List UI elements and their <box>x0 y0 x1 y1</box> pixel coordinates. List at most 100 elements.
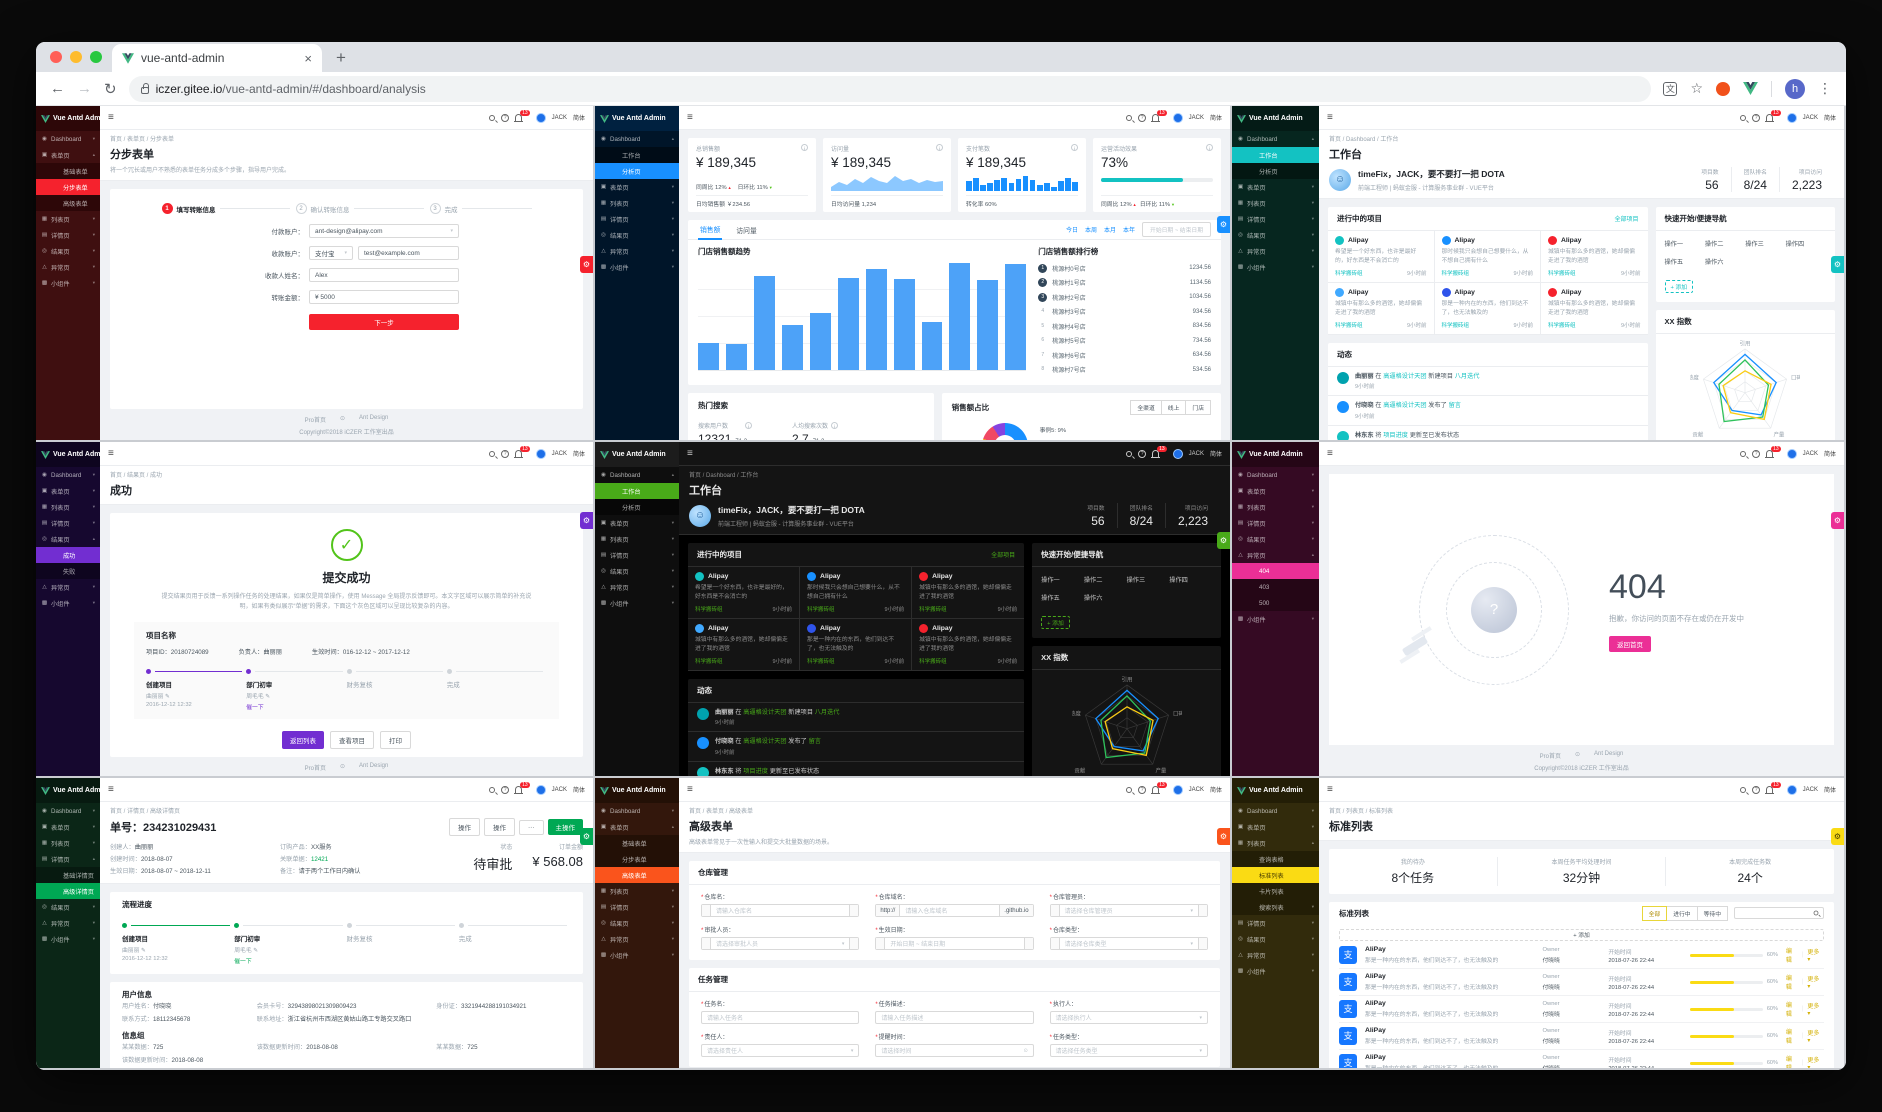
project-card[interactable]: Alipay 希望是一个好东西，也许是最好的，好东西是不会消亡的 科学搬砖组 9小… <box>1328 231 1435 283</box>
sidebar-item[interactable]: 工作台 <box>1232 147 1319 163</box>
user-avatar[interactable] <box>1172 784 1183 795</box>
payer-account-select[interactable]: ant-design@alipay.com ▾ <box>309 224 459 238</box>
app-logo[interactable]: Vue Antd Admin <box>1232 106 1319 131</box>
all-projects-link[interactable]: 全部项目 <box>991 550 1015 559</box>
sidebar-item[interactable]: 工作台 <box>595 483 679 499</box>
more-actions-button[interactable]: ··· <box>519 819 544 835</box>
sidebar-item[interactable]: ▦ 列表页 ▾ <box>595 531 679 547</box>
sidebar-item[interactable]: ◎ 结果页 ▾ <box>36 243 100 259</box>
user-avatar[interactable] <box>535 112 546 123</box>
search-icon[interactable] <box>1126 786 1133 793</box>
payee-account-input[interactable]: test@example.com <box>358 246 459 260</box>
sidebar-item[interactable]: ◉ Dashboard ▾ <box>36 803 100 819</box>
sidebar-item[interactable]: ▩ 小组件 ▾ <box>595 947 679 963</box>
footer-link[interactable]: Pro首页 <box>305 763 326 772</box>
translate-icon[interactable]: 文 <box>1663 81 1678 96</box>
sidebar-item[interactable]: △ 异常页 ▴ <box>1232 547 1319 563</box>
user-avatar[interactable] <box>1172 112 1183 123</box>
info-icon[interactable]: i <box>801 144 808 151</box>
add-op-button[interactable]: + 添加 <box>1664 280 1694 293</box>
browser-tab[interactable]: vue-antd-admin × <box>112 44 322 72</box>
sidebar-item[interactable]: ◉ Dashboard ▾ <box>1232 467 1319 483</box>
sidebar-item[interactable]: ▤ 详情页 ▾ <box>1232 915 1319 931</box>
quick-op-link[interactable]: 操作五 <box>1041 593 1084 602</box>
user-avatar[interactable] <box>1786 112 1797 123</box>
sidebar-item[interactable]: ▤ 详情页 ▾ <box>595 211 679 227</box>
breadcrumb[interactable]: 首页 / 表单页 / 高级表单 <box>689 806 1220 815</box>
payee-name-input[interactable]: Alex <box>309 268 459 282</box>
filter-button[interactable]: 进行中 <box>1666 905 1698 921</box>
collapse-menu-icon[interactable]: ≡ <box>687 784 693 795</box>
group-link[interactable]: 科学搬砖组 <box>1548 321 1576 329</box>
filter-button[interactable]: 全部 <box>1641 905 1668 921</box>
sidebar-item[interactable]: ▦ 列表页 ▾ <box>36 835 100 851</box>
sidebar-item[interactable]: ▣ 表单页 ▾ <box>595 179 679 195</box>
feed-object-link[interactable]: 八月迭代 <box>1455 373 1480 380</box>
sidebar-item[interactable]: ▣ 表单页 ▾ <box>1232 483 1319 499</box>
sidebar-item[interactable]: 高级表单 <box>36 195 100 211</box>
field-input[interactable]: http://请输入仓库域名 .github.io <box>875 904 1034 917</box>
sidebar-item[interactable]: ◉ Dashboard ▴ <box>595 467 679 483</box>
sidebar-item[interactable]: 500 <box>1232 595 1319 611</box>
item-title-link[interactable]: AliPay <box>1365 1054 1535 1061</box>
edit-link[interactable]: 编辑 <box>1786 1000 1798 1018</box>
app-logo[interactable]: Vue Antd Admin <box>595 442 679 467</box>
bell-icon[interactable] <box>1151 114 1161 122</box>
bell-icon[interactable] <box>514 114 524 122</box>
feed-object-link[interactable]: 留言 <box>809 738 821 745</box>
group-link[interactable]: 科学搬砖组 <box>807 605 835 613</box>
back-home-button[interactable]: 返回首页 <box>1609 635 1651 652</box>
group-link[interactable]: 科学搬砖组 <box>919 657 947 665</box>
theme-settings-button[interactable]: ⚙ <box>580 256 593 273</box>
url-bar[interactable]: iczer.gitee.io/vue-antd-admin/#/dashboar… <box>128 75 1652 102</box>
feed-object-link[interactable]: 留言 <box>1449 402 1461 409</box>
search-icon[interactable] <box>1740 786 1747 793</box>
search-icon[interactable] <box>489 786 496 793</box>
language-selector[interactable]: 简体 <box>1824 785 1836 794</box>
footer-link[interactable]: Pro首页 <box>305 415 326 424</box>
sidebar-item[interactable]: 基础表单 <box>36 163 100 179</box>
sidebar-item[interactable]: 404 <box>1232 563 1319 579</box>
collapse-menu-icon[interactable]: ≡ <box>1327 448 1333 459</box>
help-icon[interactable]: ? <box>501 785 510 794</box>
sidebar-item[interactable]: 标准列表 <box>1232 867 1319 883</box>
sidebar-item[interactable]: ▣ 表单页 ▴ <box>595 819 679 835</box>
sidebar-item[interactable]: ▦ 列表页 ▾ <box>1232 499 1319 515</box>
print-button[interactable]: 打印 <box>380 731 411 750</box>
footer-link[interactable]: Ant Design <box>359 415 388 424</box>
sidebar-item[interactable]: ▩ 小组件 ▾ <box>1232 259 1319 275</box>
sidebar-item[interactable]: 搜索列表 ▾ <box>1232 899 1319 915</box>
breadcrumb[interactable]: 首页 / Dashboard / 工作台 <box>689 470 1220 479</box>
sidebar-item[interactable]: ▩ 小组件 ▾ <box>595 259 679 275</box>
group-link[interactable]: 科学搬砖组 <box>1335 321 1363 329</box>
breadcrumb[interactable]: 首页 / 结果页 / 成功 <box>110 470 583 479</box>
sidebar-item[interactable]: ◎ 结果页 ▾ <box>1232 531 1319 547</box>
range-today[interactable]: 今日 <box>1066 225 1078 234</box>
sidebar-item[interactable]: 基础表单 <box>595 835 679 851</box>
seg-store[interactable]: 门店 <box>1185 400 1211 415</box>
help-icon[interactable]: ? <box>1752 785 1761 794</box>
theme-settings-button[interactable]: ⚙ <box>1831 256 1844 273</box>
item-title-link[interactable]: AliPay <box>1365 1027 1535 1034</box>
seg-all[interactable]: 全渠道 <box>1130 400 1162 415</box>
step-sub-link[interactable]: 催一下 <box>234 956 346 965</box>
edit-link[interactable]: 编辑 <box>1786 1027 1798 1045</box>
group-link[interactable]: 科学搬砖组 <box>695 657 723 665</box>
sidebar-item[interactable]: ▣ 表单页 ▴ <box>36 147 100 163</box>
project-card[interactable]: Alipay 那时候我只会想自己想要什么，从不想自己拥有什么 科学搬砖组 9小时前 <box>1434 231 1541 283</box>
bell-icon[interactable] <box>514 450 524 458</box>
feed-target-link[interactable]: 高逼格设计天团 <box>743 738 786 745</box>
more-link[interactable]: 更多 ▾ <box>1807 1001 1824 1017</box>
sidebar-item[interactable]: ▦ 列表页 ▴ <box>1232 835 1319 851</box>
sidebar-item[interactable]: 高级表单 <box>595 867 679 883</box>
step-sub-link[interactable]: 2016-12-12 12:32 <box>146 702 246 708</box>
bell-icon[interactable] <box>514 786 524 794</box>
sidebar-item[interactable]: ▣ 表单页 ▾ <box>36 819 100 835</box>
back-icon[interactable]: ← <box>50 80 65 97</box>
group-link[interactable]: 科学搬砖组 <box>1335 269 1363 277</box>
group-link[interactable]: 科学搬砖组 <box>1442 321 1470 329</box>
info-icon[interactable]: i <box>745 422 753 429</box>
sidebar-item[interactable]: ▩ 小组件 ▾ <box>36 595 100 611</box>
related-doc-link[interactable]: 12421 <box>311 856 328 863</box>
quick-op-link[interactable]: 操作二 <box>1705 239 1745 248</box>
